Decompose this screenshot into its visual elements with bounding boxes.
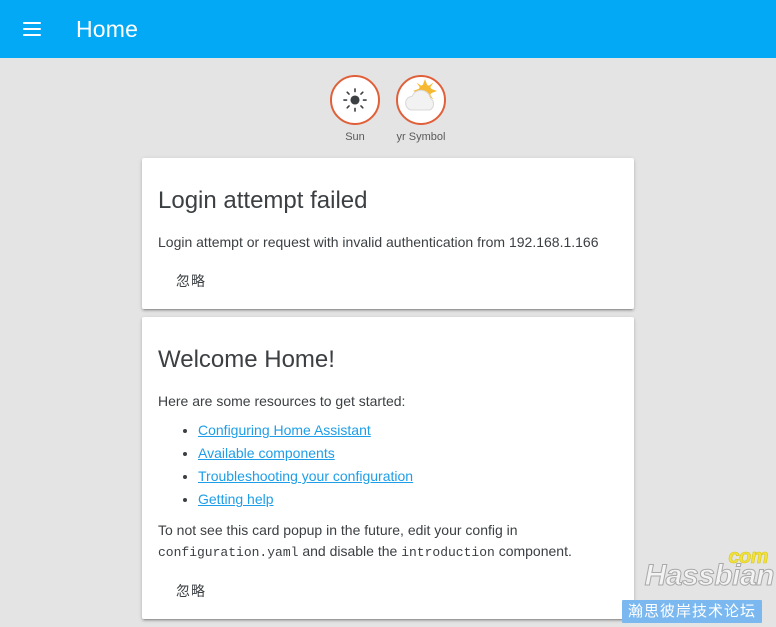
menu-bar-1 [23, 22, 41, 24]
dismiss-button[interactable]: 忽略 [168, 265, 214, 297]
config-file-name: configuration.yaml [158, 545, 299, 561]
card-welcome-home-body: Here are some resources to get started: … [158, 381, 618, 563]
card-login-attempt-failed-actions: 忽略 [158, 257, 618, 301]
menu-bar-3 [23, 34, 41, 36]
dismiss-button[interactable]: 忽略 [168, 575, 214, 607]
page-title: Home [76, 15, 139, 42]
sun-behind-cloud-icon [405, 79, 437, 111]
link-available-components[interactable]: Available components [198, 445, 335, 461]
config-hint-text: To not see this card popup in the future… [158, 520, 618, 563]
link-getting-help[interactable]: Getting help [198, 491, 274, 507]
resource-link-list: Configuring Home Assistant Available com… [158, 420, 618, 510]
card-welcome-home: Welcome Home! Here are some resources to… [142, 317, 634, 619]
card-login-attempt-failed: Login attempt failed Login attempt or re… [142, 158, 634, 310]
link-configuring-home-assistant[interactable]: Configuring Home Assistant [198, 422, 371, 438]
list-item: Getting help [198, 489, 618, 510]
config-hint-middle: and disable the [298, 543, 402, 560]
login-failure-message: Login attempt or request with invalid au… [158, 234, 599, 251]
card-stack: Login attempt failed Login attempt or re… [142, 158, 634, 619]
badge-sun[interactable]: Sun [328, 75, 382, 144]
badge-yr-symbol-label: yr Symbol [396, 131, 446, 143]
card-welcome-home-actions: 忽略 [158, 567, 618, 611]
badge-yr-symbol-circle [396, 75, 446, 125]
link-troubleshooting-your-configuration[interactable]: Troubleshooting your configuration [198, 468, 413, 484]
sun-icon [343, 88, 367, 112]
component-name: introduction [401, 545, 495, 561]
badge-sun-label: Sun [345, 131, 365, 143]
main-content: Sun yr Symbol Login attempt failed Login… [0, 58, 776, 627]
badge-yr-symbol[interactable]: yr Symbol [394, 75, 448, 144]
list-item: Available components [198, 443, 618, 464]
badge-row: Sun yr Symbol [0, 75, 776, 144]
card-login-attempt-failed-title: Login attempt failed [158, 187, 368, 215]
hamburger-menu-icon[interactable] [12, 9, 52, 49]
menu-bar-2 [23, 28, 41, 30]
badge-sun-circle [330, 75, 380, 125]
app-toolbar: Home [0, 0, 776, 58]
config-hint-prefix: To not see this card popup in the future… [158, 522, 518, 539]
card-welcome-home-title: Welcome Home! [158, 346, 335, 374]
list-item: Configuring Home Assistant [198, 420, 618, 441]
card-login-attempt-failed-body: Login attempt or request with invalid au… [158, 222, 618, 253]
list-item: Troubleshooting your configuration [198, 466, 618, 487]
config-hint-suffix: component. [494, 543, 572, 560]
resources-intro: Here are some resources to get started: [158, 393, 406, 410]
